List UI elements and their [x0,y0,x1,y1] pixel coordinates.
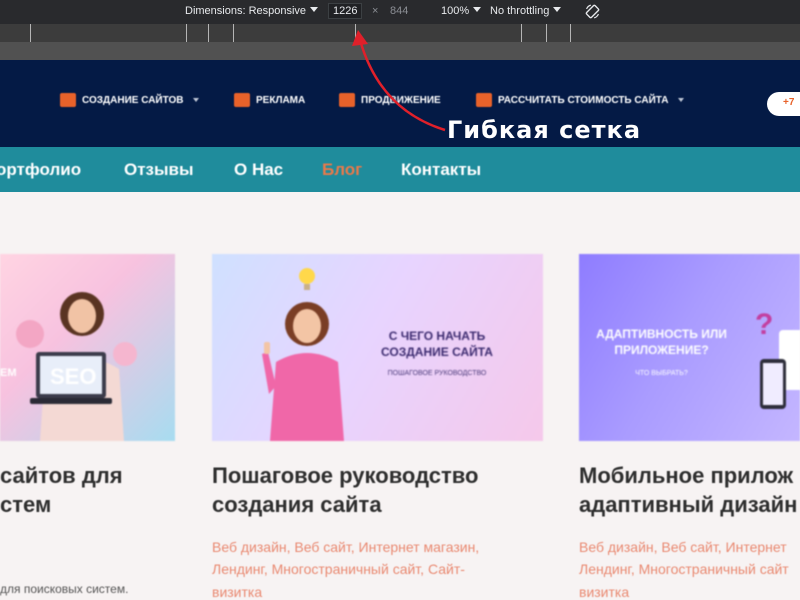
width-input[interactable]: 1226 [328,3,363,19]
card-tags[interactable]: Веб дизайн, Веб сайт, Интернет магазин, … [212,536,479,600]
card-image-subheading: ПОШАГОВОЕ РУКОВОДСТВО [387,370,487,377]
subnav-blog[interactable]: Блог [322,160,362,180]
chevron-down-icon [473,7,482,12]
card-image-text: ЕМ [0,367,17,379]
card-tags[interactable]: Веб дизайн, Веб сайт, Интернет Лендинг, … [579,536,789,600]
devices-illustration: ? [755,308,800,409]
card-title[interactable]: Мобильное прилож адаптивный дизайн [579,462,797,519]
nav-label: ПРОДВИЖЕНИЕ [361,94,441,106]
throttling-label: No throttling [490,5,550,17]
devtools-device-toolbar: Dimensions: Responsive 1226 × 844 100% N… [0,0,800,24]
throttling-dropdown[interactable]: No throttling [490,5,562,17]
chevron-down-icon [193,98,200,102]
seo-image-text: SEO [50,364,97,389]
nav-calculate-cost[interactable]: РАССЧИТАТЬ СТОИМОСТЬ САЙТА [476,93,685,107]
subnav-about[interactable]: О Нас [234,160,283,180]
card-image[interactable]: SEO ЕМ [0,254,175,441]
tag-line: Лендинг, Многостраничный сайт [579,561,789,578]
image-heading-line: СОЗДАНИЕ САЙТА [381,345,493,360]
megaphone-icon [234,93,250,107]
tag-line: визитка [579,583,630,600]
rotate-icon[interactable] [584,3,601,20]
card-image-heading: С ЧЕГО НАЧАТЬ СОЗДАНИЕ САЙТА [362,328,512,360]
nav-promotion[interactable]: ПРОДВИЖЕНИЕ [339,93,441,107]
card-title-line: Мобильное прилож [579,463,794,488]
checkmark-icon [476,93,492,107]
site-header: СОЗДАНИЕ САЙТОВ РЕКЛАМА ПРОДВИЖЕНИЕ РАСС… [0,60,800,147]
chevron-down-icon [678,98,685,102]
media-query-ruler[interactable] [0,24,800,42]
width-value: 1226 [328,3,363,19]
subnav-reviews[interactable]: Отзывы [124,160,194,180]
tag-line: визитка [212,583,263,600]
card-description: для поисковых систем. [0,582,129,596]
card-title[interactable]: сайтов для стем [0,462,123,519]
image-heading-line: С ЧЕГО НАЧАТЬ [388,329,486,343]
annotation-label: Гибкая сетка [447,116,642,144]
nav-label: РАССЧИТАТЬ СТОИМОСТЬ САЙТА [498,94,669,106]
svg-text:?: ? [755,308,773,341]
dimensions-label: Dimensions: Responsive [185,5,307,17]
card-title[interactable]: Пошаговое руководство создания сайта [212,462,478,519]
height-input[interactable]: 844 [390,5,408,17]
tag-line: Лендинг, Многостраничный сайт, Сайт- [212,561,465,578]
subnav-contacts[interactable]: Контакты [401,160,481,180]
nav-label: СОЗДАНИЕ САЙТОВ [82,94,184,106]
card-title-line: Пошаговое руководство [212,463,479,488]
nav-create-sites[interactable]: СОЗДАНИЕ САЙТОВ [60,93,200,107]
dimensions-dropdown[interactable]: Dimensions: Responsive [185,5,319,17]
card-title-line: создания сайта [212,491,382,517]
tag-line: Веб дизайн, Веб сайт, Интернет магазин, [212,539,480,555]
woman-laptop-illustration [16,292,137,441]
chevron-down-icon [553,7,562,12]
nav-label: РЕКЛАМА [256,94,306,106]
blog-list: SEO ЕМ С ЧЕГО НАЧАТЬ СОЗДАНИЕ САЙТА ПОША… [0,192,800,600]
phone-cta-button[interactable]: +7 [767,92,800,116]
card-image[interactable]: АДАПТИВНОСТЬ ИЛИ ПРИЛОЖЕНИЕ? ЧТО ВЫБРАТЬ… [579,254,800,441]
chevron-down-icon [310,7,319,12]
zoom-dropdown[interactable]: 100% [441,5,482,17]
tag-line: Веб дизайн, Веб сайт, Интернет [579,539,787,555]
nav-advertising[interactable]: РЕКЛАМА [234,93,305,107]
card-title-line: адаптивный дизайн [579,491,798,517]
secondary-nav: ортфолио Отзывы О Нас Блог Контакты [0,147,800,192]
viewport-ruler [0,42,800,60]
card-title-line: сайтов для [0,463,123,488]
laptop-icon [60,93,76,107]
zoom-label: 100% [441,5,470,17]
times-separator: × [372,5,379,17]
subnav-portfolio[interactable]: ортфолио [0,160,81,180]
card-image[interactable]: С ЧЕГО НАЧАТЬ СОЗДАНИЕ САЙТА ПОШАГОВОЕ Р… [212,254,543,441]
card-title-line: стем [0,491,52,517]
chart-icon [339,93,355,107]
